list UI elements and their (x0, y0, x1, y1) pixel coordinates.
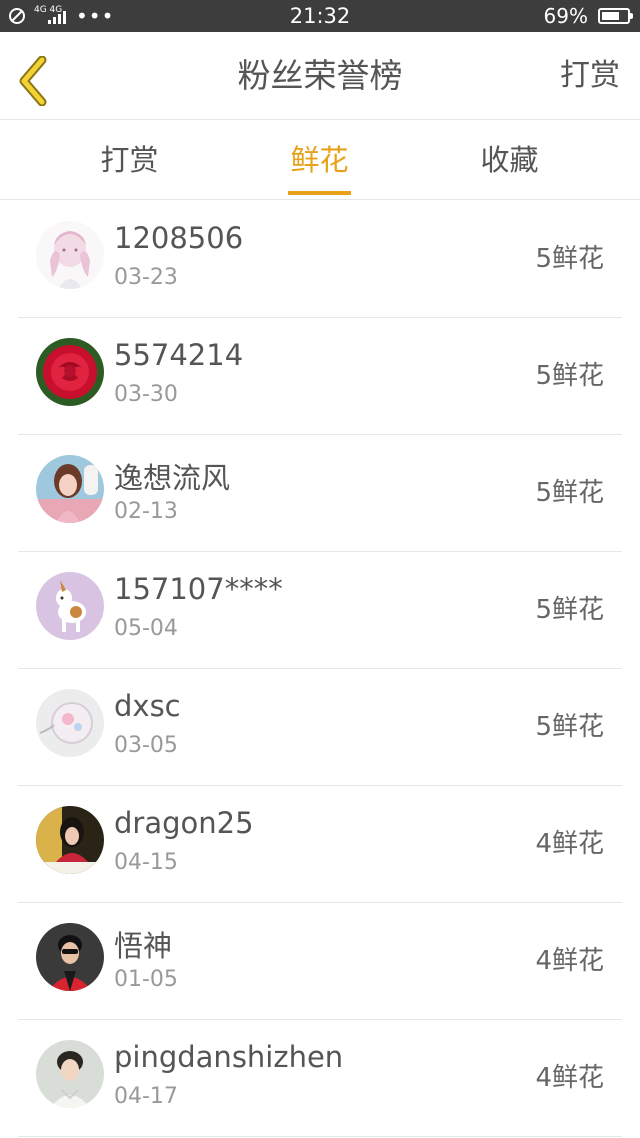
tab-label: 收藏 (480, 143, 539, 177)
flower-count: 4鲜花 (535, 1063, 604, 1093)
flower-count: 5鲜花 (535, 712, 604, 742)
item-date: 03-30 (114, 382, 178, 407)
avatar (36, 572, 104, 640)
avatar (36, 338, 104, 406)
user-name: 1208506 (114, 221, 244, 255)
tab-label: 打赏 (100, 143, 159, 177)
item-date: 03-05 (114, 733, 178, 758)
avatar (36, 455, 104, 523)
tab-flowers[interactable]: 鲜花 (213, 120, 426, 200)
item-date: 05-04 (114, 616, 178, 641)
avatar (36, 221, 104, 289)
item-date: 04-15 (114, 850, 178, 875)
list-item[interactable]: 5574214 03-30 5鲜花 (18, 318, 622, 435)
item-date: 04-17 (114, 1084, 178, 1109)
user-name: 5574214 (114, 338, 244, 372)
avatar (36, 923, 104, 991)
list-item[interactable]: 逸想流风 02-13 5鲜花 (18, 435, 622, 552)
user-name: pingdanshizhen (114, 1040, 344, 1074)
status-right: 69% (543, 0, 633, 32)
list-item[interactable]: pingdanshizhen 04-17 4鲜花 (18, 1020, 622, 1137)
battery-percent: 69% (543, 4, 588, 28)
flower-count: 5鲜花 (535, 595, 604, 625)
item-date: 02-13 (114, 499, 178, 524)
user-name: 逸想流风 (114, 461, 231, 495)
list-item[interactable]: 悟神 01-05 4鲜花 (18, 903, 622, 1020)
avatar (36, 1040, 104, 1108)
tab-favorites[interactable]: 收藏 (403, 120, 616, 200)
status-bar: 4G 4G ••• 21:32 69% (0, 0, 640, 32)
flower-count: 5鲜花 (535, 361, 604, 391)
avatar (36, 806, 104, 874)
user-name: 157107**** (114, 572, 283, 606)
flower-count: 4鲜花 (535, 829, 604, 859)
reward-button[interactable]: 打赏 (560, 32, 620, 120)
list-item[interactable]: 1208506 03-23 5鲜花 (18, 201, 622, 318)
item-date: 01-05 (114, 967, 178, 992)
flower-count: 4鲜花 (535, 946, 604, 976)
list-item[interactable]: dragon25 04-15 4鲜花 (18, 786, 622, 903)
tab-bar: 打赏 鲜花 收藏 (0, 120, 640, 200)
user-name: 悟神 (114, 929, 173, 963)
flower-count: 5鲜花 (535, 478, 604, 508)
avatar (36, 689, 104, 757)
nav-header: 粉丝荣誉榜 打赏 (0, 32, 640, 120)
user-name: dxsc (114, 689, 181, 723)
user-name: dragon25 (114, 806, 254, 840)
battery-icon (598, 8, 633, 24)
page-title: 粉丝荣誉榜 (237, 56, 403, 95)
flower-count: 5鲜花 (535, 244, 604, 274)
fan-list: 1208506 03-23 5鲜花 5574214 03-30 5鲜花 逸想流风… (0, 201, 640, 1137)
list-item[interactable]: dxsc 03-05 5鲜花 (18, 669, 622, 786)
tab-reward[interactable]: 打赏 (23, 120, 236, 200)
list-item[interactable]: 157107**** 05-04 5鲜花 (18, 552, 622, 669)
tab-label: 鲜花 (288, 120, 351, 200)
item-date: 03-23 (114, 265, 178, 290)
